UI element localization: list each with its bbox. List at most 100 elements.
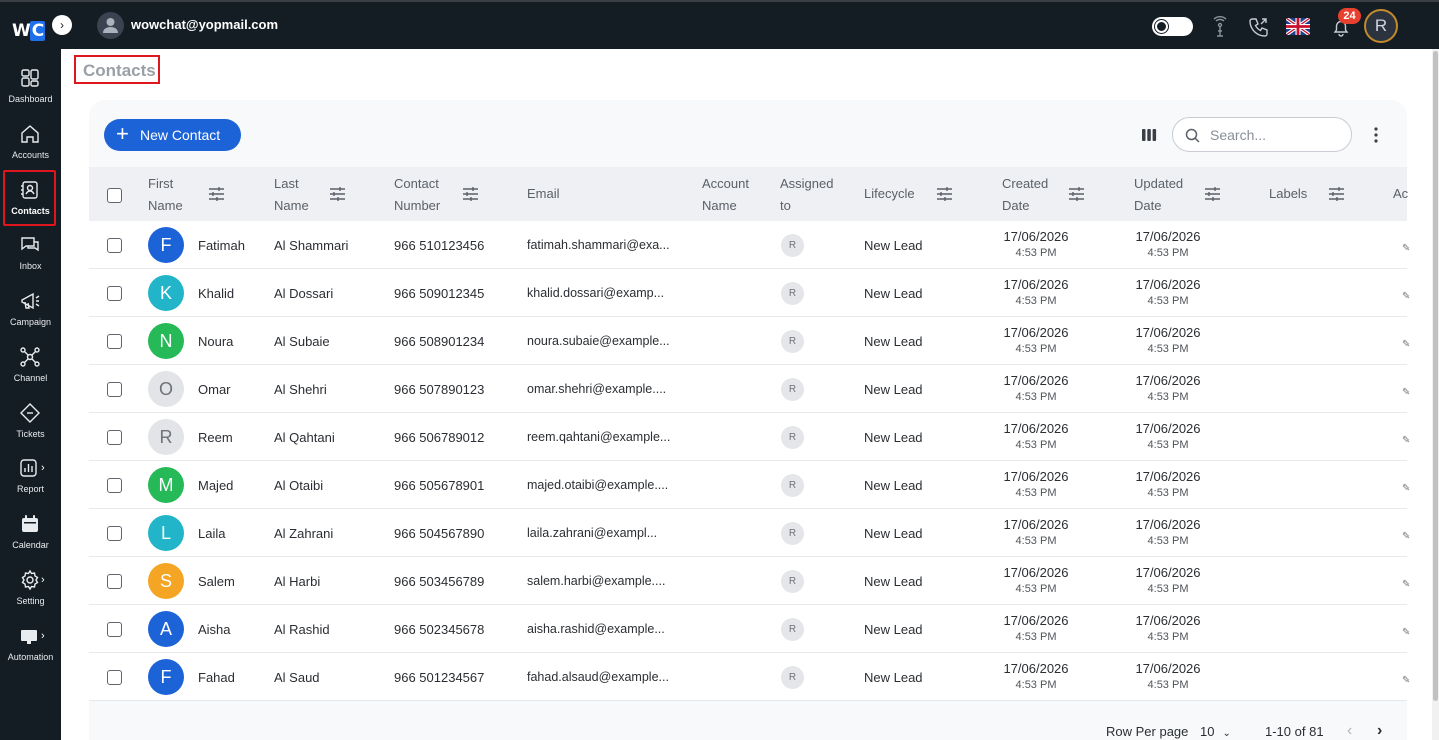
actions-edit-icon[interactable]: ✎ — [1402, 579, 1410, 590]
filter-icon[interactable] — [1328, 186, 1345, 202]
header-lifecycle[interactable]: Lifecycle — [864, 183, 915, 205]
assigned-avatar[interactable]: R — [781, 474, 804, 497]
assigned-avatar[interactable]: R — [781, 282, 804, 305]
first-name[interactable]: Khalid — [198, 286, 234, 301]
assigned-avatar[interactable]: R — [781, 330, 804, 353]
first-name[interactable]: Laila — [198, 526, 225, 541]
sidebar-item-channel[interactable]: Channel — [0, 336, 61, 392]
new-contact-button[interactable]: + New Contact — [104, 119, 241, 151]
row-checkbox[interactable] — [107, 670, 122, 685]
sidebar-item-report[interactable]: › Report — [0, 447, 61, 503]
table-row[interactable]: K Khalid Al Dossari 966 509012345 khalid.dos… — [89, 269, 1410, 317]
search-input[interactable] — [1210, 126, 1340, 144]
filter-icon[interactable] — [1204, 186, 1221, 202]
table-row[interactable]: M Majed Al Otaibi 966 505678901 majed.otaibi… — [89, 461, 1410, 509]
sidebar-item-dashboard[interactable]: Dashboard — [0, 57, 61, 113]
next-page-icon[interactable]: › — [1377, 722, 1382, 740]
actions-edit-icon[interactable]: ✎ — [1402, 627, 1410, 638]
first-name[interactable]: Aisha — [198, 622, 231, 637]
actions-edit-icon[interactable]: ✎ — [1402, 483, 1410, 494]
table-row[interactable]: R Reem Al Qahtani 966 506789012 reem.qahtani… — [89, 413, 1410, 461]
header-contact-number[interactable]: Contact Number — [394, 173, 440, 217]
phone-call-icon[interactable] — [1248, 16, 1270, 38]
header-actions[interactable]: Ac — [1393, 183, 1408, 205]
row-checkbox[interactable] — [107, 286, 122, 301]
header-created-date[interactable]: Created Date — [1002, 173, 1048, 217]
sidebar-item-tickets[interactable]: Tickets — [0, 392, 61, 448]
assigned-avatar[interactable]: R — [781, 234, 804, 257]
actions-edit-icon[interactable]: ✎ — [1402, 675, 1410, 686]
sidebar-item-campaign[interactable]: Campaign — [0, 280, 61, 336]
sidebar-item-automation[interactable]: › Automation — [0, 615, 61, 671]
sidebar-item-inbox[interactable]: Inbox — [0, 224, 61, 280]
scrollbar-thumb[interactable] — [1433, 51, 1438, 701]
sidebar-item-setting[interactable]: › Setting — [0, 559, 61, 615]
sidebar-item-accounts[interactable]: Accounts — [0, 113, 61, 169]
columns-icon[interactable] — [1141, 127, 1157, 143]
filter-icon[interactable] — [329, 186, 346, 202]
first-name[interactable]: Salem — [198, 574, 235, 589]
page-scrollbar[interactable] — [1432, 49, 1439, 740]
table-row[interactable]: F Fahad Al Saud 966 501234567 fahad.alsaud@e… — [89, 653, 1410, 701]
actions-edit-icon[interactable]: ✎ — [1402, 291, 1410, 302]
header-labels[interactable]: Labels — [1269, 183, 1307, 205]
search-box[interactable] — [1172, 117, 1352, 152]
actions-edit-icon[interactable]: ✎ — [1402, 531, 1410, 542]
assigned-avatar[interactable]: R — [781, 426, 804, 449]
last-name: Al Otaibi — [274, 478, 324, 493]
assigned-avatar[interactable]: R — [781, 666, 804, 689]
chevron-right-icon: › — [41, 574, 45, 586]
table-row[interactable]: F Fatimah Al Shammari 966 510123456 fatimah.… — [89, 221, 1410, 269]
assigned-avatar[interactable]: R — [781, 570, 804, 593]
more-options-icon[interactable] — [1368, 125, 1384, 145]
theme-toggle[interactable] — [1152, 17, 1193, 36]
table-row[interactable]: S Salem Al Harbi 966 503456789 salem.harbi@e… — [89, 557, 1410, 605]
prev-page-icon[interactable]: ‹ — [1347, 722, 1352, 740]
filter-icon[interactable] — [208, 186, 225, 202]
sidebar-item-calendar[interactable]: Calendar — [0, 503, 61, 559]
row-checkbox[interactable] — [107, 382, 122, 397]
actions-edit-icon[interactable]: ✎ — [1402, 387, 1410, 398]
filter-icon[interactable] — [1068, 186, 1085, 202]
filter-icon[interactable] — [462, 186, 479, 202]
sidebar-item-label: Dashboard — [8, 94, 53, 104]
actions-edit-icon[interactable]: ✎ — [1402, 339, 1410, 350]
header-assigned-to[interactable]: Assigned to — [780, 173, 833, 217]
table-row[interactable]: A Aisha Al Rashid 966 502345678 aisha.rashid… — [89, 605, 1410, 653]
signal-icon[interactable] — [1209, 16, 1231, 38]
filter-icon[interactable] — [936, 186, 953, 202]
rows-per-page-select[interactable]: 10 ⌄ — [1200, 724, 1231, 739]
uk-flag-icon[interactable] — [1286, 18, 1310, 35]
profile-avatar[interactable]: R — [1364, 9, 1398, 43]
first-name[interactable]: Majed — [198, 478, 233, 493]
table-row[interactable]: N Noura Al Subaie 966 508901234 noura.subaie… — [89, 317, 1410, 365]
first-name[interactable]: Fahad — [198, 670, 235, 685]
first-name[interactable]: Noura — [198, 334, 233, 349]
row-checkbox[interactable] — [107, 478, 122, 493]
dashboard-icon — [21, 69, 39, 87]
sidebar-collapse-button[interactable]: › — [52, 15, 72, 35]
actions-edit-icon[interactable]: ✎ — [1402, 435, 1410, 446]
actions-edit-icon[interactable]: ✎ — [1402, 243, 1410, 254]
table-row[interactable]: O Omar Al Shehri 966 507890123 omar.shehri@e… — [89, 365, 1410, 413]
header-account-name[interactable]: Account Name — [702, 173, 749, 217]
table-row[interactable]: L Laila Al Zahrani 966 504567890 laila.zahra… — [89, 509, 1410, 557]
row-checkbox[interactable] — [107, 334, 122, 349]
row-checkbox[interactable] — [107, 526, 122, 541]
header-email[interactable]: Email — [527, 183, 560, 205]
assigned-avatar[interactable]: R — [781, 378, 804, 401]
select-all-checkbox[interactable] — [107, 188, 122, 203]
app-logo[interactable]: WC — [12, 21, 46, 41]
first-name[interactable]: Reem — [198, 430, 233, 445]
row-checkbox[interactable] — [107, 238, 122, 253]
first-name[interactable]: Fatimah — [198, 238, 245, 253]
row-checkbox[interactable] — [107, 622, 122, 637]
header-first-name[interactable]: First Name — [148, 173, 183, 217]
row-checkbox[interactable] — [107, 430, 122, 445]
first-name[interactable]: Omar — [198, 382, 231, 397]
row-checkbox[interactable] — [107, 574, 122, 589]
header-updated-date[interactable]: Updated Date — [1134, 173, 1183, 217]
assigned-avatar[interactable]: R — [781, 522, 804, 545]
assigned-avatar[interactable]: R — [781, 618, 804, 641]
header-last-name[interactable]: Last Name — [274, 173, 309, 217]
